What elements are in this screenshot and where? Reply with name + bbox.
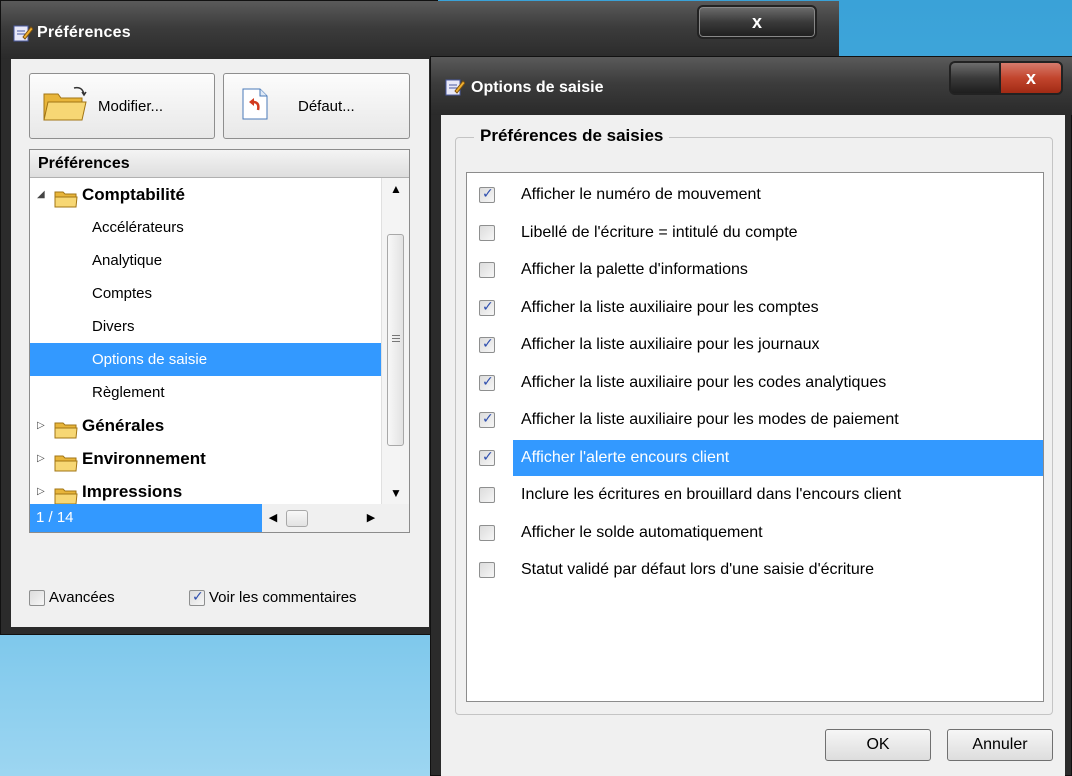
tree-body: ◢ Comptabilité Accélérateurs Analytique Comp… — [30, 178, 409, 504]
option-checkbox[interactable] — [479, 524, 495, 541]
tree-vertical-scrollbar[interactable]: ▲ ▼ — [381, 178, 409, 504]
bottom-checks: Avancées Voir les commentaires — [29, 588, 429, 613]
preferences-window: Préférences x Modifier... Défaut... Préf… — [0, 0, 839, 635]
preferences-titlebar[interactable]: Préférences x — [1, 1, 839, 59]
option-row[interactable]: Afficher le solde automatiquement — [467, 515, 1043, 551]
option-label: Afficher la liste auxiliaire pour les jo… — [521, 336, 820, 353]
tree-group-label: Environnement — [82, 449, 206, 468]
modifier-label: Modifier... — [98, 97, 164, 115]
option-row[interactable]: Afficher la liste auxiliaire pour les jo… — [467, 327, 1043, 363]
scroll-thumb[interactable] — [387, 234, 404, 446]
option-label: Afficher le solde automatiquement — [521, 523, 763, 541]
option-row[interactable]: Afficher le numéro de mouvement — [467, 177, 1043, 213]
option-row[interactable]: Afficher la liste auxiliaire pour les co… — [467, 365, 1043, 401]
tree-horizontal-scrollbar[interactable]: ◀ ▶ — [262, 504, 382, 532]
option-row[interactable]: Statut validé par défaut lors d'une sais… — [467, 552, 1043, 588]
folder-open-icon — [42, 84, 88, 129]
options-titlebar[interactable]: Options de saisie x — [431, 57, 1072, 115]
options-edit-icon — [445, 77, 466, 102]
option-checkbox[interactable] — [479, 185, 495, 203]
tree-group[interactable]: ▷ Environnement — [30, 442, 382, 475]
collapsed-arrow-icon[interactable]: ▷ — [37, 442, 45, 475]
tree-header: Préférences — [30, 150, 409, 178]
tree-group-label: Comptabilité — [82, 185, 185, 204]
expanded-arrow-icon[interactable]: ◢ — [37, 178, 45, 211]
grip-icon — [392, 335, 400, 336]
document-undo-icon — [242, 88, 268, 125]
preferences-tree[interactable]: Préférences ◢ Comptabilité Accélérateurs An… — [29, 149, 410, 533]
tree-item[interactable]: Comptes — [30, 277, 382, 310]
option-label: Afficher l'alerte encours client — [513, 439, 1043, 476]
commentaires-label: Voir les commentaires — [209, 589, 357, 606]
preferences-saisies-group: Préférences de saisies Afficher le numér… — [455, 126, 1053, 715]
tree-group-label: Impressions — [82, 482, 183, 501]
option-label: Afficher la liste auxiliaire pour les co… — [521, 373, 887, 391]
tree-item[interactable]: Règlement — [30, 376, 382, 409]
option-row[interactable]: Inclure les écritures en brouillard dans… — [467, 477, 1043, 513]
folder-icon — [54, 483, 78, 504]
group-title: Préférences de saisies — [474, 126, 670, 146]
option-row[interactable]: Afficher la liste auxiliaire pour les co… — [467, 290, 1043, 326]
tree-footer: 1 / 14 ◀ ▶ — [30, 504, 409, 532]
option-checkbox[interactable] — [479, 562, 495, 578]
option-label: Statut validé par défaut lors d'une sais… — [521, 561, 874, 578]
preferences-client: Modifier... Défaut... Préférences ◢ Compt… — [11, 59, 429, 627]
tree-group-label: Générales — [82, 416, 165, 435]
option-label: Afficher le numéro de mouvement — [521, 186, 761, 203]
cancel-button[interactable]: Annuler — [947, 729, 1053, 761]
commentaires-box[interactable] — [189, 588, 205, 606]
avancees-label: Avancées — [49, 589, 115, 606]
option-checkbox[interactable] — [479, 224, 495, 241]
scroll-down-arrow-icon[interactable]: ▼ — [382, 482, 409, 504]
option-row[interactable]: Afficher la liste auxiliaire pour les mo… — [467, 402, 1043, 438]
tree-group[interactable]: ◢ Comptabilité — [30, 178, 382, 211]
scroll-up-arrow-icon[interactable]: ▲ — [382, 178, 409, 200]
option-label: Afficher la palette d'informations — [521, 261, 748, 278]
options-minimize-button[interactable] — [949, 61, 999, 95]
tree-group[interactable]: ▷ Générales — [30, 409, 382, 442]
tree-item[interactable]: Accélérateurs — [30, 211, 382, 244]
option-label: Inclure les écritures en brouillard dans… — [521, 486, 902, 503]
option-checkbox[interactable] — [479, 335, 495, 353]
option-label: Afficher la liste auxiliaire pour les mo… — [521, 411, 899, 428]
scroll-left-arrow-icon[interactable]: ◀ — [262, 504, 284, 532]
ok-button[interactable]: OK — [825, 729, 931, 761]
options-title: Options de saisie — [471, 79, 604, 96]
option-label: Libellé de l'écriture = intitulé du comp… — [521, 223, 798, 241]
options-client: Préférences de saisies Afficher le numér… — [441, 115, 1065, 776]
options-close-button[interactable]: x — [999, 61, 1063, 95]
option-row[interactable]: Afficher l'alerte encours client — [467, 439, 1043, 476]
tree-item[interactable]: Divers — [30, 310, 382, 343]
avancees-box[interactable] — [29, 589, 45, 606]
options-list[interactable]: Afficher le numéro de mouvement Libellé d… — [466, 172, 1044, 702]
tree-item[interactable]: Options de saisie — [30, 343, 382, 376]
commentaires-checkbox[interactable]: Voir les commentaires — [189, 588, 357, 606]
option-checkbox[interactable] — [479, 373, 495, 391]
option-checkbox[interactable] — [479, 298, 495, 316]
avancees-checkbox[interactable]: Avancées — [29, 589, 115, 606]
option-row[interactable]: Libellé de l'écriture = intitulé du comp… — [467, 215, 1043, 251]
scroll-right-arrow-icon[interactable]: ▶ — [360, 504, 382, 532]
tree-group[interactable]: ▷ Impressions — [30, 475, 382, 504]
defaut-label: Défaut... — [298, 97, 355, 115]
option-checkbox[interactable] — [479, 262, 495, 278]
option-checkbox[interactable] — [479, 487, 495, 503]
modifier-button[interactable]: Modifier... — [29, 73, 215, 139]
tree-item[interactable]: Analytique — [30, 244, 382, 277]
preferences-edit-icon — [13, 23, 34, 42]
option-checkbox[interactable] — [479, 448, 495, 466]
options-saisie-window: Options de saisie x Préférences de saisi… — [430, 56, 1072, 776]
defaut-button[interactable]: Défaut... — [223, 73, 410, 139]
hscroll-thumb[interactable] — [286, 510, 308, 527]
collapsed-arrow-icon[interactable]: ▷ — [37, 409, 45, 442]
option-checkbox[interactable] — [479, 410, 495, 428]
page-indicator: 1 / 14 — [30, 504, 262, 532]
option-row[interactable]: Afficher la palette d'informations — [467, 252, 1043, 288]
preferences-title: Préférences — [37, 24, 131, 41]
option-label: Afficher la liste auxiliaire pour les co… — [521, 298, 819, 316]
preferences-close-button[interactable]: x — [697, 5, 817, 39]
collapsed-arrow-icon[interactable]: ▷ — [37, 475, 45, 504]
